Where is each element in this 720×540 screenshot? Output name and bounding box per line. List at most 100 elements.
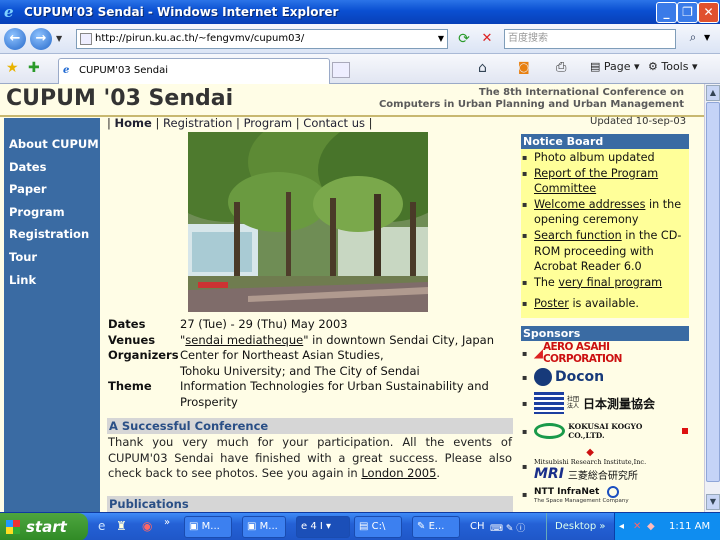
notice-search: Search function in the CD-ROM proceeding…: [534, 228, 688, 275]
taskbar-word-1[interactable]: ▣ M...: [184, 516, 232, 538]
language-indicator[interactable]: CH: [470, 521, 485, 532]
history-dropdown-icon[interactable]: ▼: [56, 34, 62, 43]
sponsor-docon[interactable]: ▪ Docon: [522, 366, 688, 388]
tray-app2-icon[interactable]: ◆: [647, 513, 655, 540]
site-header: CUPUM '03 Sendai The 8th International C…: [0, 84, 704, 116]
notice-item: ▪ Search function in the CD-ROM proceedin…: [522, 228, 688, 275]
organizers-row: Organizers Center for Northeast Asian St…: [108, 348, 518, 379]
notice-final-pre: The: [534, 275, 559, 289]
venues-label: Venues: [108, 332, 156, 347]
program-committee-report-link[interactable]: Report of the Program Committee: [534, 166, 688, 197]
sponsors-heading: Sponsors: [521, 326, 689, 341]
success-text: Thank you very much for your participati…: [108, 435, 512, 482]
forward-button[interactable]: →: [30, 28, 52, 50]
survey-logo-icon: [534, 392, 564, 414]
home-icon[interactable]: ⌂: [478, 60, 487, 76]
quicklaunch-icon[interactable]: ♜: [116, 519, 127, 533]
sidebar-item-dates[interactable]: Dates: [4, 156, 100, 179]
address-dropdown-icon[interactable]: ▼: [438, 30, 444, 48]
welcome-addresses-link[interactable]: Welcome addresses: [534, 198, 645, 211]
tools-menu[interactable]: ⚙ Tools ▾: [648, 60, 698, 73]
new-tab-button[interactable]: [332, 62, 350, 78]
sidebar-item-about[interactable]: About CUPUM: [4, 133, 100, 156]
refresh-icon[interactable]: ⟳: [454, 29, 474, 49]
sidebar-item-link[interactable]: Link: [4, 269, 100, 292]
print-icon[interactable]: ⎙: [556, 60, 566, 75]
sidebar-item-program[interactable]: Program: [4, 201, 100, 224]
close-button[interactable]: ✕: [698, 2, 719, 23]
system-tray: ◂ ✕ ◆ 1:11 AM: [614, 513, 720, 540]
final-program-link[interactable]: very final program: [558, 276, 662, 289]
sponsor-ntt-infranet[interactable]: ▪ NTT InfraNet The Space Management Comp…: [522, 486, 688, 512]
sidebar-item-registration[interactable]: Registration: [4, 223, 100, 246]
search-options-icon[interactable]: ▼: [704, 33, 710, 42]
success-heading: A Successful Conference: [107, 418, 513, 434]
tab-ie-icon: e: [63, 65, 70, 76]
taskbar-explorer[interactable]: ▤ C:\: [354, 516, 402, 538]
feeds-icon[interactable]: ◙: [518, 60, 530, 74]
sponsor-mri[interactable]: ▪ ◆ Mitsubishi Research Institute,Inc. M…: [522, 448, 688, 484]
menu-registration-link[interactable]: Registration: [163, 116, 232, 130]
quicklaunch-more-icon[interactable]: »: [164, 517, 170, 528]
notice-board-heading: Notice Board: [521, 134, 689, 149]
tools-menu-label: Tools: [661, 60, 689, 73]
scroll-thumb[interactable]: [706, 102, 720, 482]
tray-app-icon[interactable]: ✕: [633, 513, 641, 540]
page-menu[interactable]: ▤ Page ▾: [590, 60, 640, 73]
menu-contact-link[interactable]: Contact us: [303, 116, 365, 130]
bullet-icon: ▪: [522, 230, 528, 240]
taskbar-ie-group[interactable]: e 4 I ▾: [296, 516, 350, 538]
scroll-down-icon[interactable]: ▼: [706, 494, 720, 510]
bullet-icon: ▪: [522, 348, 528, 358]
favorites-star-icon[interactable]: ★: [6, 60, 19, 76]
bullet-icon: ▪: [522, 372, 528, 382]
taskbar-powerpoint[interactable]: ▣ M...: [242, 516, 286, 538]
search-function-link[interactable]: Search function: [534, 229, 622, 242]
menu-separator: |: [107, 116, 111, 130]
sponsor-survey-association[interactable]: ▪ 社団法人 日本測量協会: [522, 390, 688, 416]
menu-separator: |: [155, 116, 160, 130]
tab-cupum[interactable]: e CUPUM'03 Sendai: [58, 58, 330, 84]
window-title-bar[interactable]: e CUPUM'03 Sendai - Windows Internet Exp…: [0, 0, 720, 24]
desktop-toolbar[interactable]: Desktop »: [546, 513, 614, 540]
address-bar[interactable]: http://pirun.ku.ac.th/~fengvmv/cupum03/ …: [76, 29, 448, 49]
sidebar-item-tour[interactable]: Tour: [4, 246, 100, 269]
docon-logo-icon: [534, 368, 552, 386]
search-icon[interactable]: ⌕: [682, 30, 704, 48]
conference-name: The 8th International Conference on Comp…: [379, 87, 684, 111]
scroll-up-icon[interactable]: ▲: [706, 85, 720, 101]
stop-icon[interactable]: ✕: [477, 29, 497, 49]
menu-program-link[interactable]: Program: [244, 116, 293, 130]
poster-link[interactable]: Poster: [534, 297, 569, 310]
back-button[interactable]: ←: [4, 28, 26, 50]
tray-arrow-icon[interactable]: ◂: [619, 513, 624, 540]
menu-home-link[interactable]: Home: [115, 116, 152, 130]
notice-poster: Poster is available.: [534, 296, 639, 312]
command-bar: ★ ✚ e CUPUM'03 Sendai ⌂ ◙ ⎙ ▤ Page ▾ ⚙ T…: [0, 54, 720, 84]
start-button[interactable]: start: [0, 513, 88, 540]
updated-date: Updated 10-sep-03: [590, 116, 687, 127]
mri-mark: MRI: [534, 466, 564, 482]
search-input[interactable]: 百度搜索: [504, 29, 676, 49]
mediatheque-link[interactable]: sendai mediatheque: [185, 333, 303, 347]
london-2005-link[interactable]: London 2005: [361, 466, 436, 480]
vertical-scrollbar[interactable]: ▲ ▼: [704, 84, 720, 512]
page-icon: [80, 33, 92, 45]
start-label: start: [26, 518, 67, 536]
bullet-icon: ▪: [522, 168, 528, 178]
clock[interactable]: 1:11 AM: [669, 513, 710, 540]
quicklaunch-media-icon[interactable]: ◉: [142, 519, 152, 533]
bullet-icon: ▪: [522, 153, 528, 162]
sponsor-kokusai-kogyo[interactable]: ▪ KOKUSAI KOGYO CO.,LTD.: [522, 420, 688, 442]
taskbar-app-e[interactable]: ✎ E...: [412, 516, 460, 538]
minimize-button[interactable]: _: [656, 2, 677, 23]
sponsor-aero-asahi[interactable]: ▪ ◢ AERO ASAHI CORPORATION: [522, 341, 688, 365]
restore-button[interactable]: ❐: [677, 2, 698, 23]
desktop-label: Desktop: [555, 521, 597, 532]
sidebar-item-paper[interactable]: Paper: [4, 178, 100, 201]
keyboard-icon[interactable]: ⌨ ✎ ⓘ: [490, 521, 525, 534]
page-viewport: CUPUM '03 Sendai The 8th International C…: [0, 84, 704, 512]
add-favorites-icon[interactable]: ✚: [28, 60, 40, 76]
menu-separator: |: [295, 116, 300, 130]
quicklaunch-ie-icon[interactable]: e: [98, 519, 105, 533]
